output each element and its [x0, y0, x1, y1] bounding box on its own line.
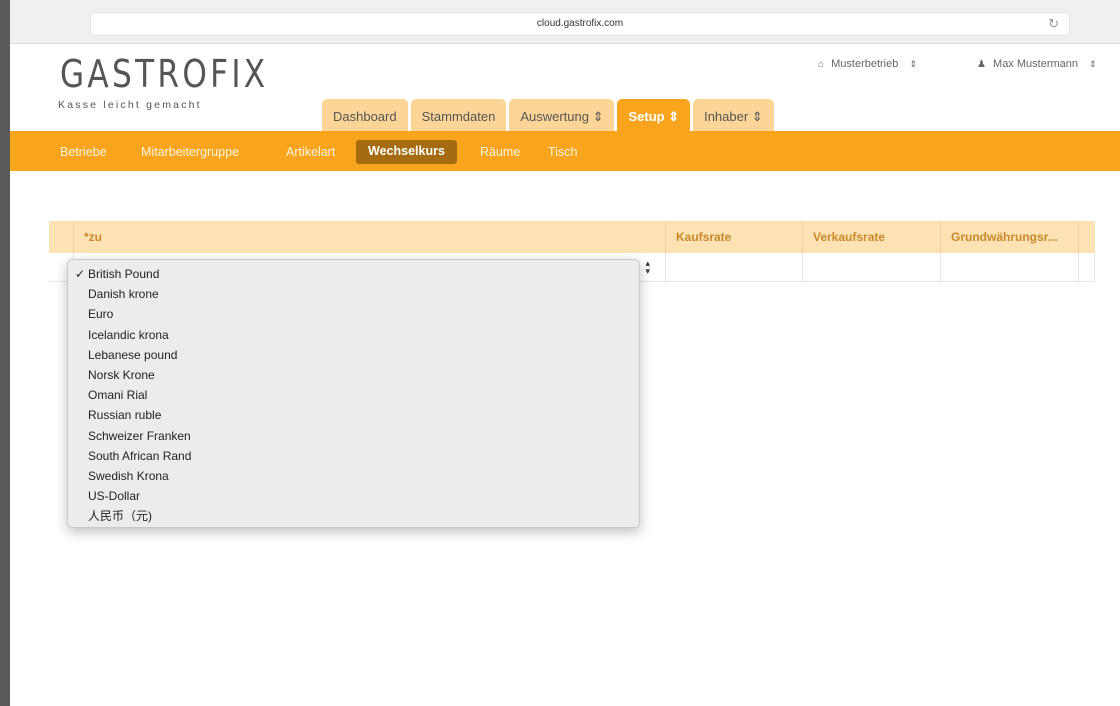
cell-grundwaehrungsrate[interactable]	[940, 253, 1078, 281]
subnav-artikelart[interactable]: Artikelart	[274, 141, 347, 165]
business-selector[interactable]: ⌂ Musterbetrieb ⇕	[818, 58, 917, 70]
currency-option[interactable]: Norsk Krone	[68, 365, 639, 385]
subnav-raeume[interactable]: Räume	[468, 141, 532, 165]
tab-setup[interactable]: Setup ⇕	[617, 99, 691, 131]
user-icon: ♟	[977, 59, 986, 70]
subnav-betriebe[interactable]: Betriebe	[48, 141, 119, 165]
currency-option[interactable]: ✓ British Pound	[68, 264, 639, 284]
currency-option[interactable]: Euro	[68, 304, 639, 324]
currency-option[interactable]: South African Rand	[68, 446, 639, 466]
currency-option[interactable]: Icelandic krona	[68, 325, 639, 345]
cell-spacer	[1078, 253, 1095, 281]
column-header-spacer	[1078, 221, 1095, 253]
sort-icon: ⇕	[1089, 59, 1097, 69]
column-header-kaufsrate[interactable]: Kaufsrate	[665, 221, 803, 253]
url-text: cloud.gastrofix.com	[536, 18, 624, 29]
logo[interactable]: GASTROFIX	[60, 54, 268, 94]
currency-option[interactable]: Russian ruble	[68, 405, 639, 425]
business-label: Musterbetrieb	[831, 58, 899, 70]
currency-dropdown-list: ✓ British Pound Danish krone Euro Iceland…	[67, 259, 640, 528]
address-bar[interactable]: cloud.gastrofix.com ↻	[90, 12, 1070, 36]
sort-icon: ⇕	[909, 59, 917, 69]
sub-navigation: Betriebe Mitarbeitergruppe Artikelart We…	[10, 131, 1120, 171]
currency-option[interactable]: Omani Rial	[68, 385, 639, 405]
currency-option[interactable]: US-Dollar	[68, 486, 639, 506]
user-menu[interactable]: ♟ Max Mustermann ⇕	[977, 58, 1097, 70]
tab-dashboard[interactable]: Dashboard	[322, 99, 408, 131]
subnav-tisch[interactable]: Tisch	[536, 141, 589, 165]
subnav-mitarbeitergruppe[interactable]: Mitarbeitergruppe	[129, 141, 251, 165]
select-arrows-icon: ▴ ▾	[645, 258, 650, 276]
column-header-verkaufsrate[interactable]: Verkaufsrate	[802, 221, 941, 253]
table-header: *zu Kaufsrate Verkaufsrate Grundwährungs…	[49, 221, 1095, 253]
main-tabs: Dashboard Stammdaten Auswertung ⇕ Setup …	[322, 99, 774, 131]
tab-inhaber[interactable]: Inhaber ⇕	[693, 99, 774, 131]
user-label: Max Mustermann	[993, 58, 1079, 70]
tab-stammdaten[interactable]: Stammdaten	[410, 99, 507, 131]
subnav-wechselkurs[interactable]: Wechselkurs	[356, 140, 457, 164]
cell-verkaufsrate[interactable]	[802, 253, 941, 281]
tab-auswertung[interactable]: Auswertung ⇕	[509, 99, 615, 131]
currency-option[interactable]: 人民币（元)	[68, 506, 639, 526]
browser-toolbar: cloud.gastrofix.com ↻	[10, 0, 1120, 44]
home-icon: ⌂	[818, 59, 825, 70]
browser-window: cloud.gastrofix.com ↻ GASTROFIX Kasse le…	[10, 0, 1120, 706]
currency-option[interactable]: Lebanese pound	[68, 345, 639, 365]
logo-tagline: Kasse leicht gemacht	[58, 99, 202, 111]
column-header-grundwaehrungsrate[interactable]: Grundwährungsr...	[940, 221, 1078, 253]
cell-kaufsrate[interactable]	[665, 253, 803, 281]
currency-option[interactable]: Danish krone	[68, 284, 639, 304]
column-header-zu[interactable]: *zu	[73, 221, 666, 253]
currency-option[interactable]: Swedish Krona	[68, 466, 639, 486]
checkmark-icon: ✓	[75, 267, 86, 281]
currency-option[interactable]: Schweizer Franken	[68, 426, 639, 446]
reload-icon[interactable]: ↻	[1048, 13, 1059, 35]
